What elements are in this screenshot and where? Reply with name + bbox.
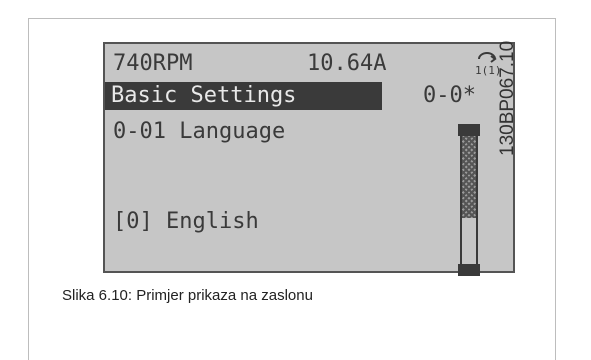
scroll-track — [460, 136, 478, 264]
scroll-down-arrow-icon — [458, 264, 480, 276]
menu-title: Basic Settings — [111, 83, 297, 108]
scroll-up-arrow-icon — [458, 124, 480, 136]
figure-page: 740RPM 10.64A 1(1) Basic Settings 0-0* 0… — [0, 0, 591, 360]
menu-group-number: 0-0* — [423, 83, 476, 108]
figure-caption: Slika 6.10: Primjer prikaza na zaslonu — [62, 287, 313, 304]
parameter-value: [0] English — [113, 209, 259, 234]
scrollbar — [458, 124, 480, 276]
figure-code: 130BP067.10 — [497, 40, 518, 156]
lcp-display: 740RPM 10.64A 1(1) Basic Settings 0-0* 0… — [103, 42, 515, 276]
parameter-name: 0-01 Language — [113, 119, 286, 144]
status-current: 10.64A — [307, 51, 387, 76]
scroll-thumb — [462, 136, 476, 218]
status-speed: 740RPM — [113, 51, 193, 76]
